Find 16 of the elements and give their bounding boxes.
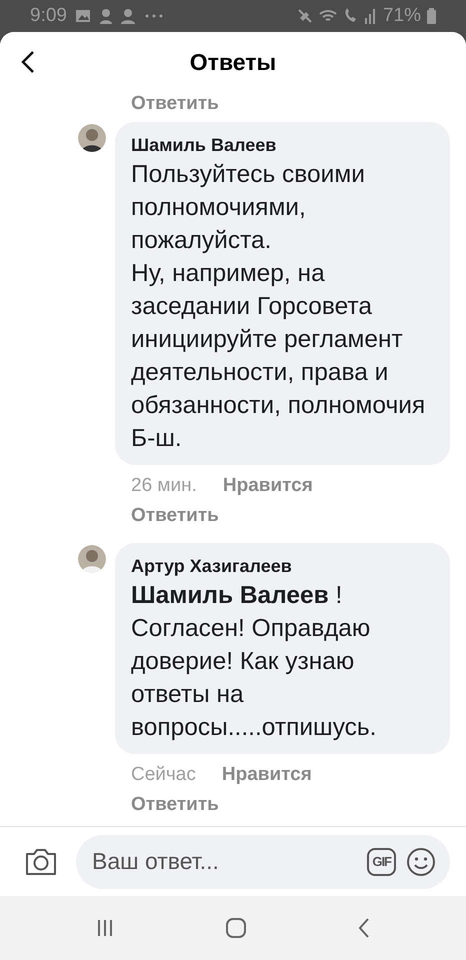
comment-author[interactable]: Артур Хазигалеев — [131, 553, 292, 579]
reply-field[interactable]: Ваш ответ... GIF — [76, 834, 450, 888]
comment-time: 26 мин. — [131, 474, 197, 498]
reply-link[interactable]: Ответить — [131, 92, 219, 116]
battery-level: 71% — [382, 4, 421, 28]
reply-link[interactable]: Ответить — [131, 501, 219, 531]
reply-link[interactable]: Ответить — [131, 790, 219, 820]
like-link[interactable]: Нравится — [222, 760, 312, 790]
status-time: 9:09 — [30, 4, 67, 28]
gif-button[interactable]: GIF — [367, 848, 396, 876]
comment-text: Пользуйтесь своими полномочиями, пожалуйста. Ну, например, на заседании Горсовета инициируйте регламент деятельности, права и обязанности, полномочия Б-ш. — [131, 160, 426, 454]
page-title: Ответы — [190, 48, 276, 77]
comment-time: Сейчас — [131, 763, 196, 787]
comment-author[interactable]: Шамиль Валеев — [131, 132, 276, 158]
like-link[interactable]: Нравится — [222, 471, 313, 501]
comment-text: Шамиль Валеев ! Согласен! Оправдаю доверие! Как узнаю ответы на вопросы.....отпишусь. — [131, 581, 378, 743]
